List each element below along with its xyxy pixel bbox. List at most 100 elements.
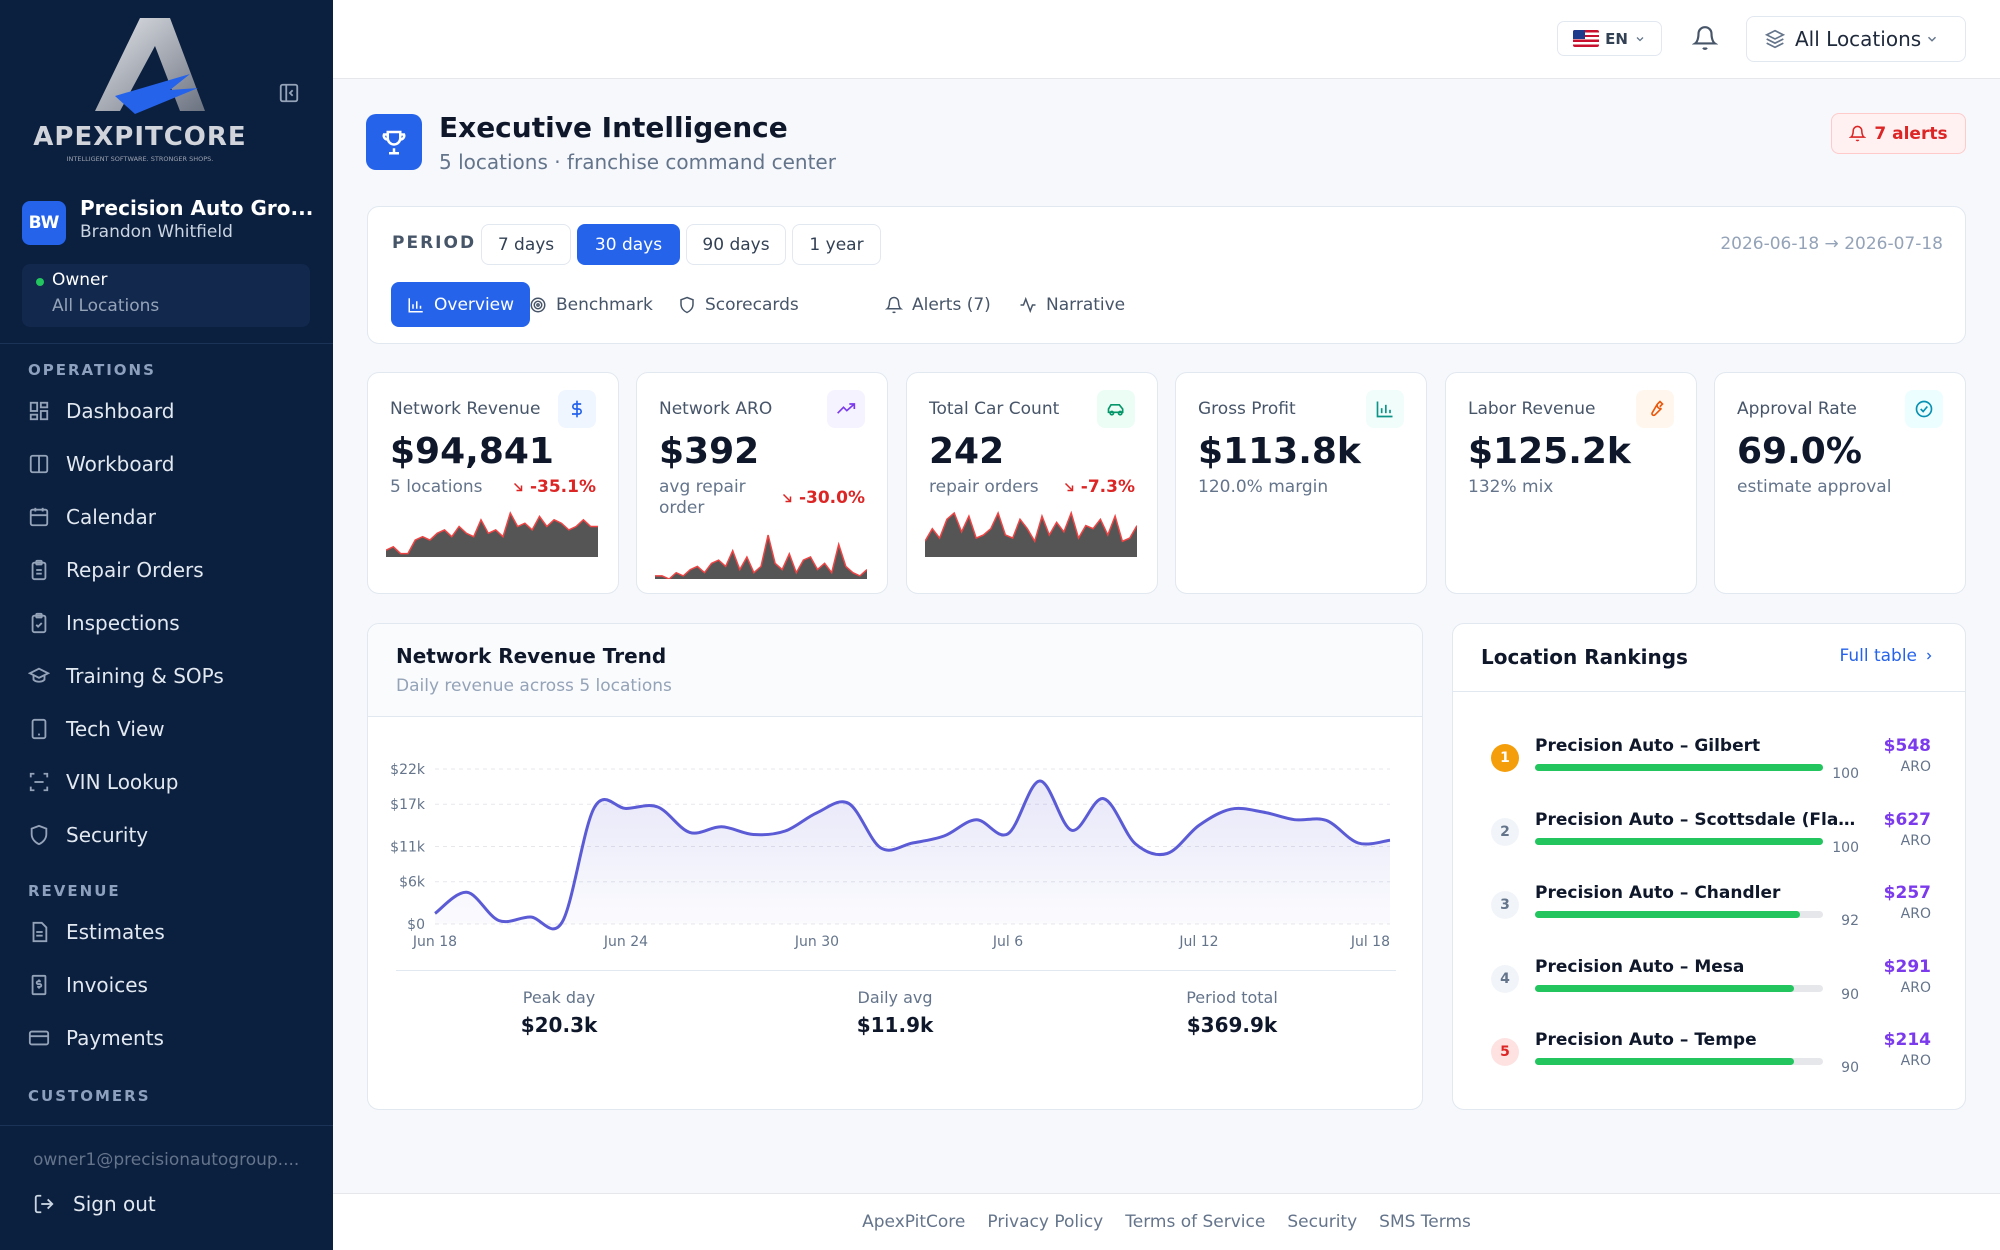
us-flag-icon	[1573, 30, 1600, 47]
kpi-change-value: -7.3%	[1080, 477, 1135, 497]
status-dot	[36, 278, 44, 286]
divider	[0, 1125, 333, 1126]
role-scope: All Locations	[52, 296, 160, 316]
ranking-row[interactable]: 3 Precision Auto – Chandler 92 $257 ARO	[1491, 883, 1931, 943]
top-bar: EN All Locations	[333, 0, 2000, 79]
location-label: All Locations	[1795, 27, 1922, 51]
period-tabs-card: PERIOD 7 days 30 days 90 days 1 year 202…	[367, 206, 1966, 344]
x-tick-label: Jun 18	[412, 934, 457, 950]
sidebar-item-label: Training & SOPs	[66, 664, 224, 688]
kpi-label: Labor Revenue	[1468, 399, 1596, 419]
score-bar	[1535, 1058, 1823, 1065]
stat-value: $20.3k	[520, 1013, 598, 1037]
layers-icon	[1765, 29, 1785, 49]
kpi-value: 242	[929, 431, 1005, 472]
score-bar	[1535, 984, 1823, 992]
notifications-bell-icon[interactable]	[1691, 25, 1719, 51]
kpi-change-value: -35.1%	[529, 477, 596, 497]
collapse-sidebar-icon[interactable]	[276, 80, 302, 106]
aro-label: ARO	[1900, 832, 1931, 849]
sidebar-item-invoices[interactable]: Invoices	[28, 965, 318, 1005]
graduation-cap-icon	[28, 667, 50, 683]
period-7-days-button[interactable]: 7 days	[481, 224, 571, 265]
full-table-label: Full table	[1839, 646, 1917, 666]
alerts-button[interactable]: 7 alerts	[1831, 113, 1966, 154]
ranking-row[interactable]: 1 Precision Auto – Gilbert 100 $548 ARO	[1491, 736, 1931, 796]
ranking-row[interactable]: 2 Precision Auto – Scottsdale (Flag... 100…	[1491, 810, 1931, 870]
kpi-change: -35.1%	[512, 477, 596, 497]
sidebar-item-estimates[interactable]: Estimates	[28, 912, 318, 952]
sidebar-item-payments[interactable]: Payments	[28, 1018, 318, 1058]
calendar-icon	[29, 507, 49, 527]
sidebar-item-calendar[interactable]: Calendar	[28, 497, 318, 537]
sidebar-item-workboard[interactable]: Workboard	[28, 444, 318, 484]
aro-label: ARO	[1900, 759, 1931, 775]
kpi-card-labor-revenue: Labor Revenue $125.2k 132% mix	[1445, 372, 1697, 594]
location-name: Precision Auto – Tempe	[1535, 1030, 1757, 1050]
sidebar-item-tech-view[interactable]: Tech View	[28, 709, 318, 749]
sidebar-item-label: Inspections	[66, 611, 180, 635]
sidebar-item-vin-lookup[interactable]: VIN Lookup	[28, 762, 318, 802]
revenue-area	[435, 780, 1390, 929]
kpi-card-network-revenue: Network Revenue $94,841 5 locations -35.…	[367, 372, 619, 594]
tab-overview[interactable]: Overview	[391, 282, 531, 327]
stat-label: Peak day	[522, 988, 596, 1007]
receipt-icon	[31, 974, 47, 996]
location-name: Precision Auto – Mesa	[1535, 956, 1745, 977]
x-tick-label: Jun 24	[603, 934, 648, 950]
alerts-count: 7 alerts	[1874, 123, 1948, 144]
kpi-subtext: estimate approval	[1737, 477, 1892, 497]
y-tick-label: $11k	[390, 840, 426, 856]
kpi-value: $113.8k	[1198, 431, 1361, 472]
role-label: Owner	[52, 270, 108, 290]
rank-number: 3	[1491, 891, 1519, 919]
apexpitcore-logo[interactable]: APEXPITCORE INTELLIGENT SOFTWARE. STRONG…	[20, 16, 260, 166]
period-90-days-button[interactable]: 90 days	[686, 224, 786, 265]
footer-sms-terms-link[interactable]: SMS Terms	[1379, 1212, 1471, 1232]
ranking-row[interactable]: 5 Precision Auto – Tempe 90 $214 ARO	[1491, 1030, 1931, 1090]
sidebar-item-dashboard[interactable]: Dashboard	[28, 391, 318, 431]
clipboard-icon	[31, 559, 47, 581]
x-tick-label: Jul 12	[1178, 934, 1218, 950]
footer-brand-link[interactable]: ApexPitCore	[862, 1212, 965, 1232]
footer-security-link[interactable]: Security	[1287, 1212, 1357, 1232]
footer: ApexPitCore Privacy Policy Terms of Serv…	[333, 1193, 2000, 1250]
shield-icon	[30, 824, 48, 846]
kpi-subtext: 5 locations	[390, 477, 483, 497]
tab-benchmark[interactable]: Benchmark	[513, 282, 669, 327]
language-selector[interactable]: EN	[1557, 21, 1662, 56]
sign-out-button[interactable]: Sign out	[33, 1192, 156, 1216]
kpi-label: Total Car Count	[929, 399, 1060, 419]
sidebar-item-training[interactable]: Training & SOPs	[28, 656, 318, 696]
sidebar-item-label: Dashboard	[66, 399, 175, 423]
sidebar-item-label: Calendar	[66, 505, 156, 529]
sidebar-item-inspections[interactable]: Inspections	[28, 603, 318, 643]
sidebar-item-security[interactable]: Security	[28, 815, 318, 855]
brand-tagline: INTELLIGENT SOFTWARE. STRONGER SHOPS.	[67, 155, 214, 163]
full-table-link[interactable]: Full table	[1839, 646, 1935, 666]
kpi-card-total-car-count: Total Car Count 242 repair orders -7.3%	[906, 372, 1158, 594]
sidebar-item-label: Workboard	[66, 452, 175, 476]
tab-narrative[interactable]: Narrative	[1003, 282, 1141, 327]
score-value: 92	[1841, 913, 1859, 929]
kpi-value: $125.2k	[1468, 431, 1631, 472]
score-bar	[1535, 837, 1823, 845]
target-icon	[530, 297, 546, 312]
score-bar-fill	[1535, 984, 1795, 992]
chevron-down-icon	[1636, 36, 1644, 41]
tab-scorecards[interactable]: Scorecards	[662, 282, 815, 327]
score-value: 100	[1832, 766, 1859, 782]
period-1-year-button[interactable]: 1 year	[792, 224, 881, 265]
aro-label: ARO	[1900, 979, 1931, 996]
tab-label: Alerts (7)	[912, 294, 991, 315]
organization-switcher[interactable]: BW Precision Auto Gro... Brandon Whitfie…	[22, 196, 313, 246]
footer-terms-link[interactable]: Terms of Service	[1125, 1212, 1265, 1232]
tab-alerts[interactable]: Alerts (7)	[869, 282, 1007, 327]
score-value: 100	[1832, 839, 1859, 856]
period-30-days-button[interactable]: 30 days	[577, 224, 680, 265]
footer-privacy-link[interactable]: Privacy Policy	[987, 1212, 1103, 1232]
sidebar-item-repair-orders[interactable]: Repair Orders	[28, 550, 318, 590]
ranking-row[interactable]: 4 Precision Auto – Mesa 90 $291 ARO	[1491, 957, 1931, 1017]
location-selector[interactable]: All Locations	[1746, 16, 1966, 62]
arrow-down-right-icon	[782, 493, 792, 503]
